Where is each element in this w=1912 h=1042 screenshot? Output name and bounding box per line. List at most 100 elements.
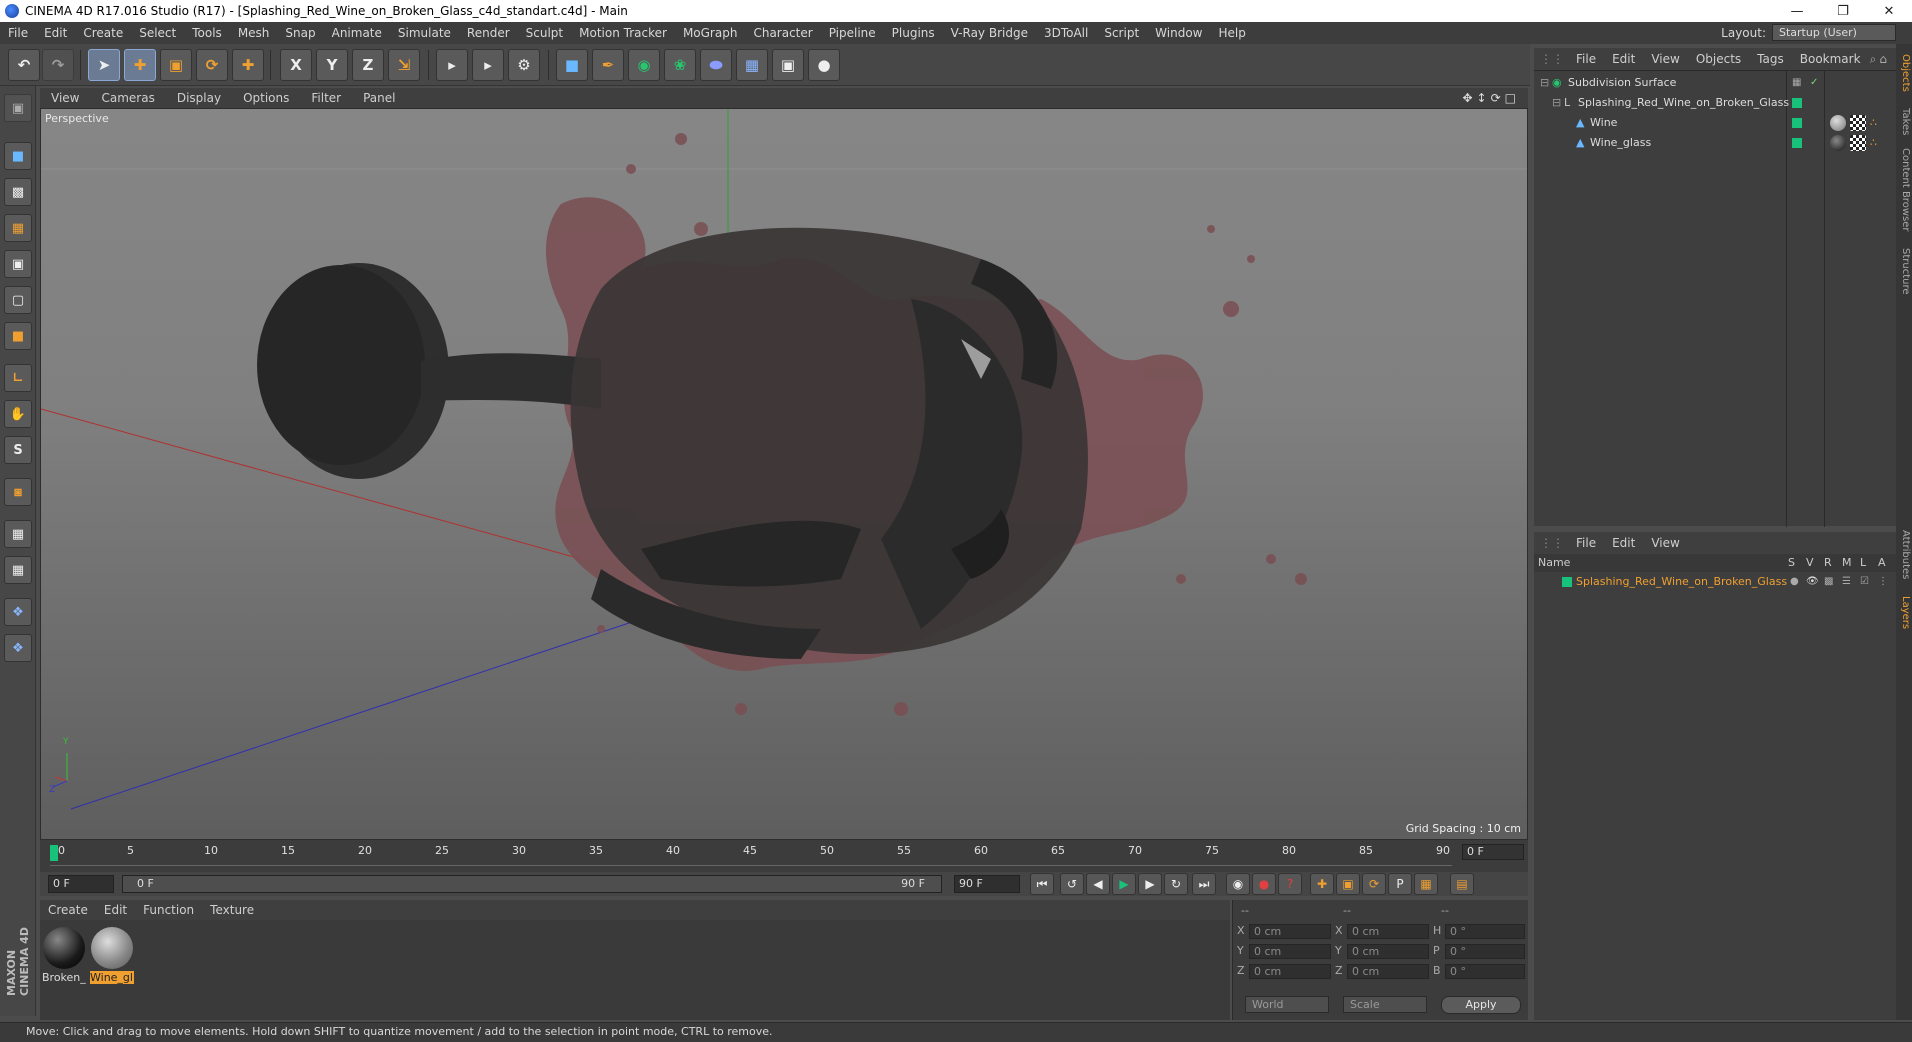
enabled-check-icon[interactable]: ✓ (1810, 73, 1818, 93)
menu-vray-bridge[interactable]: V-Ray Bridge (943, 26, 1036, 40)
tab-content-browser[interactable]: Content Browser (1897, 148, 1911, 231)
menu-simulate[interactable]: Simulate (390, 26, 459, 40)
viewport-menu-cameras[interactable]: Cameras (90, 91, 165, 105)
x-axis-lock-button[interactable]: X (280, 49, 312, 81)
layer-manager-icon[interactable]: ☰ (1842, 572, 1851, 592)
viewport-navigation-icons[interactable]: ✥↕⟳□ (1462, 91, 1520, 105)
size-z-field[interactable]: 0 cm (1347, 964, 1429, 979)
timeline-window-icon[interactable]: ▤ (1450, 873, 1474, 895)
tab-layers[interactable]: Layers (1897, 596, 1911, 629)
coordinate-space-dropdown[interactable]: World (1245, 996, 1329, 1013)
rotation-h-field[interactable]: 0 ° (1445, 924, 1525, 939)
position-x-field[interactable]: 0 cm (1249, 924, 1331, 939)
layer-color-swatch[interactable] (1792, 118, 1802, 128)
coordinate-system-icon[interactable]: ⇲ (388, 49, 420, 81)
menu-create[interactable]: Create (75, 26, 131, 40)
viewport-menu-view[interactable]: View (40, 91, 90, 105)
redo-icon[interactable]: ↷ (42, 49, 74, 81)
cloner-icon[interactable]: ❀ (664, 49, 696, 81)
live-selection-icon[interactable]: ➤ (88, 49, 120, 81)
menu-tools[interactable]: Tools (184, 26, 230, 40)
material-menu-edit[interactable]: Edit (96, 903, 135, 917)
menu-mesh[interactable]: Mesh (230, 26, 278, 40)
objects-menu-bookmark[interactable]: Bookmark (1792, 52, 1869, 66)
material-menu-function[interactable]: Function (135, 903, 202, 917)
key-pla-icon[interactable]: ▦ (1414, 873, 1438, 895)
edges-mode-icon[interactable]: ▢ (4, 286, 32, 314)
key-parameter-icon[interactable]: P (1388, 873, 1412, 895)
menu-select[interactable]: Select (131, 26, 184, 40)
start-frame-field[interactable]: 0 F (48, 875, 114, 893)
menu-animate[interactable]: Animate (324, 26, 390, 40)
next-key-icon[interactable]: ↻ (1164, 873, 1188, 895)
y-axis-lock-button[interactable]: Y (316, 49, 348, 81)
size-mode-dropdown[interactable]: Scale (1343, 996, 1427, 1013)
layer-lock-icon[interactable]: ☑ (1860, 572, 1869, 592)
move-icon[interactable]: ✚ (124, 49, 156, 81)
object-row-wine-glass[interactable]: ▲ Wine_glass ∴ (1534, 133, 1896, 153)
layer-animation-icon[interactable]: ⋮ (1878, 572, 1888, 592)
material-tag-icon[interactable] (1830, 135, 1846, 151)
material-broken[interactable]: Broken_ (42, 926, 86, 986)
objects-menu-tags[interactable]: Tags (1749, 52, 1792, 66)
restore-icon[interactable]: ❐ (1820, 0, 1866, 22)
menu-sculpt[interactable]: Sculpt (518, 26, 571, 40)
texture-tag-icon[interactable] (1850, 115, 1866, 131)
current-frame-field[interactable]: 0 F (1462, 844, 1524, 860)
texture-mode-icon[interactable]: ▩ (4, 178, 32, 206)
layer-color-swatch[interactable] (1792, 98, 1802, 108)
apply-button[interactable]: Apply (1441, 996, 1521, 1014)
pen-spline-icon[interactable]: ✒ (592, 49, 624, 81)
menu-character[interactable]: Character (745, 26, 820, 40)
make-editable-icon[interactable]: ▣ (4, 94, 32, 122)
render-picture-viewer-icon[interactable]: ▸ (472, 49, 504, 81)
layer-icon[interactable]: ▦ (1792, 73, 1801, 93)
menu-plugins[interactable]: Plugins (884, 26, 943, 40)
workplane-lock-icon[interactable]: ▦ (4, 520, 32, 548)
menu-edit[interactable]: Edit (36, 26, 75, 40)
layers-menu-file[interactable]: File (1568, 536, 1604, 550)
record-keys-icon[interactable]: ◉ (1226, 873, 1250, 895)
size-x-field[interactable]: 0 cm (1347, 924, 1429, 939)
object-manager-search-icon[interactable]: ⌕⌂ (1870, 52, 1890, 67)
python-console-icon[interactable]: ❖ (4, 634, 32, 662)
menu-render[interactable]: Render (459, 26, 518, 40)
menu-pipeline[interactable]: Pipeline (821, 26, 884, 40)
rotation-p-field[interactable]: 0 ° (1445, 944, 1525, 959)
rotate-icon[interactable]: ⟳ (196, 49, 228, 81)
size-y-field[interactable]: 0 cm (1347, 944, 1429, 959)
render-view-icon[interactable]: ▸ (436, 49, 468, 81)
timeline-ruler[interactable]: 0 5 10 15 20 25 30 35 40 45 50 55 60 65 … (40, 840, 1528, 872)
auto-keying-icon[interactable]: ● (1252, 873, 1276, 895)
end-frame-field[interactable]: 90 F (954, 875, 1020, 893)
objects-menu-file[interactable]: File (1568, 52, 1604, 66)
minimize-icon[interactable]: — (1774, 0, 1820, 22)
deformer-icon[interactable]: ⬬ (700, 49, 732, 81)
viewport-menu-filter[interactable]: Filter (300, 91, 352, 105)
tab-structure[interactable]: Structure (1897, 248, 1911, 295)
axis-mode-icon[interactable]: ∟ (4, 364, 32, 392)
python-script-icon[interactable]: ❖ (4, 598, 32, 626)
edit-render-settings-icon[interactable]: ⚙ (508, 49, 540, 81)
key-rotation-icon[interactable]: ⟳ (1362, 873, 1386, 895)
menu-help[interactable]: Help (1210, 26, 1253, 40)
go-to-end-icon[interactable]: ⏭ (1192, 873, 1216, 895)
objects-menu-objects[interactable]: Objects (1688, 52, 1749, 66)
points-mode-icon[interactable]: ▣ (4, 250, 32, 278)
viewport-menu-options[interactable]: Options (232, 91, 300, 105)
material-tag-icon[interactable] (1830, 115, 1846, 131)
viewport-menu-panel[interactable]: Panel (352, 91, 406, 105)
menu-window[interactable]: Window (1147, 26, 1210, 40)
scale-icon[interactable]: ▣ (160, 49, 192, 81)
tab-attributes[interactable]: Attributes (1897, 530, 1911, 579)
layer-render-icon[interactable]: ▩ (1824, 572, 1833, 592)
subdivision-surface-icon[interactable]: ◉ (628, 49, 660, 81)
planar-workplane-icon[interactable]: ▦ (4, 556, 32, 584)
z-axis-lock-button[interactable]: Z (352, 49, 384, 81)
polygons-mode-icon[interactable]: ■ (4, 322, 32, 350)
object-row-subdivision-surface[interactable]: ⊟ ◉ Subdivision Surface ▦ ✓ (1534, 73, 1896, 93)
object-row-splashing-red-wine[interactable]: ⊟ L Splashing_Red_Wine_on_Broken_Glass (1534, 93, 1896, 113)
menu-mograph[interactable]: MoGraph (675, 26, 746, 40)
undo-icon[interactable]: ↶ (8, 49, 40, 81)
perspective-viewport[interactable]: Perspective Y Z Grid Spacing : 10 cm (40, 108, 1528, 840)
